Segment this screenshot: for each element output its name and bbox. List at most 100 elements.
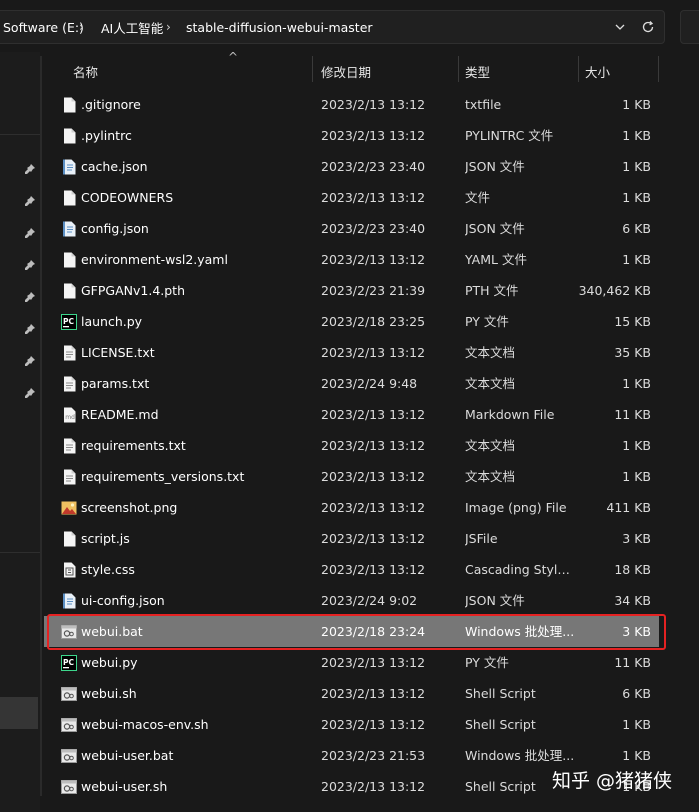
file-type: JSON 文件 <box>465 221 525 236</box>
file-modified-date: 2023/2/13 13:12 <box>321 252 426 267</box>
file-type: 文本文档 <box>465 438 516 453</box>
file-row[interactable]: PC launch.py 2023/2/18 23:25 PY 文件 15 KB <box>44 306 659 337</box>
column-divider[interactable] <box>458 56 459 82</box>
file-row[interactable]: requirements.txt 2023/2/13 13:12 文本文档 1 KB <box>44 430 659 461</box>
file-name: webui.bat <box>81 624 143 639</box>
file-size: 1 KB <box>622 717 651 732</box>
file-name: LICENSE.txt <box>81 345 155 360</box>
breadcrumb-folder-ai[interactable]: AI人工智能 <box>101 18 163 37</box>
file-modified-date: 2023/2/13 13:12 <box>321 345 426 360</box>
pin-icon[interactable] <box>24 195 36 207</box>
breadcrumb-separator[interactable]: › <box>79 20 84 34</box>
address-history-chevron-icon[interactable] <box>609 16 631 38</box>
file-modified-date: 2023/2/23 21:53 <box>321 748 426 763</box>
file-size: 1 KB <box>622 469 651 484</box>
file-row[interactable]: style.css 2023/2/13 13:12 Cascading Style … <box>44 554 659 585</box>
breadcrumb-current-folder[interactable]: stable-diffusion-webui-master <box>186 20 373 35</box>
file-type: 文本文档 <box>465 376 516 391</box>
file-size: 35 KB <box>614 345 651 360</box>
file-icon <box>60 182 78 213</box>
file-modified-date: 2023/2/13 13:12 <box>321 128 426 143</box>
pin-icon[interactable] <box>24 323 36 335</box>
file-modified-date: 2023/2/18 23:24 <box>321 624 426 639</box>
file-row[interactable]: screenshot.png 2023/2/13 13:12 Image (png)… <box>44 492 659 523</box>
file-size: 11 KB <box>614 655 651 670</box>
file-modified-date: 2023/2/13 13:12 <box>321 531 426 546</box>
file-row[interactable]: md README.md 2023/2/13 13:12 Markdown File 1… <box>44 399 659 430</box>
file-icon <box>60 275 78 306</box>
column-divider[interactable] <box>578 56 579 82</box>
file-modified-date: 2023/2/13 13:12 <box>321 686 426 701</box>
file-name: webui-macos-env.sh <box>81 717 209 732</box>
file-modified-date: 2023/2/23 21:39 <box>321 283 426 298</box>
address-bar[interactable]: Software (E:) › AI人工智能 › stable-diffusio… <box>0 10 665 44</box>
file-row[interactable]: GFPGANv1.4.pth 2023/2/23 21:39 PTH 文件 340,4… <box>44 275 659 306</box>
file-size: 3 KB <box>622 531 651 546</box>
file-row[interactable]: LICENSE.txt 2023/2/13 13:12 文本文档 35 KB <box>44 337 659 368</box>
file-name: cache.json <box>81 159 148 174</box>
file-name: style.css <box>81 562 135 577</box>
breadcrumb-separator[interactable]: › <box>166 20 171 34</box>
file-type: Cascading Style ... <box>465 562 575 577</box>
pin-icon[interactable] <box>24 291 36 303</box>
file-size: 18 KB <box>614 562 651 577</box>
file-icon <box>60 120 78 151</box>
column-header-size[interactable]: 大小 <box>585 62 610 81</box>
nav-divider <box>0 552 40 553</box>
image-file-icon <box>60 492 78 523</box>
file-type: YAML 文件 <box>465 252 527 267</box>
nav-selected-item[interactable] <box>0 697 38 729</box>
file-row[interactable]: config.json 2023/2/23 23:40 JSON 文件 6 KB <box>44 213 659 244</box>
file-row[interactable]: requirements_versions.txt 2023/2/13 13:12… <box>44 461 659 492</box>
file-row[interactable]: webui-macos-env.sh 2023/2/13 13:12 Shell S… <box>44 709 659 740</box>
file-row[interactable]: PC webui.py 2023/2/13 13:12 PY 文件 11 KB <box>44 647 659 678</box>
breadcrumb-drive[interactable]: Software (E:) <box>3 20 84 35</box>
file-row[interactable]: ui-config.json 2023/2/24 9:02 JSON 文件 34 KB <box>44 585 659 616</box>
file-row[interactable]: script.js 2023/2/13 13:12 JSFile 3 KB <box>44 523 659 554</box>
file-row[interactable]: CODEOWNERS 2023/2/13 13:12 文件 1 KB <box>44 182 659 213</box>
pin-icon[interactable] <box>24 355 36 367</box>
file-type: Windows 批处理... <box>465 624 575 639</box>
column-header-type[interactable]: 类型 <box>465 62 490 81</box>
file-modified-date: 2023/2/13 13:12 <box>321 500 426 515</box>
file-name: requirements.txt <box>81 438 186 453</box>
pin-icon[interactable] <box>24 259 36 271</box>
file-size: 1 KB <box>622 252 651 267</box>
file-row[interactable]: params.txt 2023/2/24 9:48 文本文档 1 KB <box>44 368 659 399</box>
file-modified-date: 2023/2/13 13:12 <box>321 97 426 112</box>
column-header-date[interactable]: 修改日期 <box>321 62 371 81</box>
file-modified-date: 2023/2/13 13:12 <box>321 190 426 205</box>
file-row[interactable]: webui.bat 2023/2/18 23:24 Windows 批处理... 3 … <box>44 616 659 647</box>
file-name: webui.sh <box>81 686 137 701</box>
file-type: Shell Script <box>465 686 536 701</box>
refresh-icon[interactable] <box>637 16 659 38</box>
file-row[interactable]: cache.json 2023/2/23 23:40 JSON 文件 1 KB <box>44 151 659 182</box>
file-size: 1 KB <box>622 376 651 391</box>
file-size: 6 KB <box>622 686 651 701</box>
column-header-name[interactable]: 名称 <box>73 62 98 81</box>
file-name: script.js <box>81 531 130 546</box>
file-size: 6 KB <box>622 221 651 236</box>
sort-ascending-icon: ^ <box>228 50 239 64</box>
pin-icon[interactable] <box>24 227 36 239</box>
file-icon <box>60 89 78 120</box>
search-box[interactable] <box>680 10 699 44</box>
column-header-row: ^ 名称 修改日期 类型 大小 <box>44 50 699 86</box>
file-type: PTH 文件 <box>465 283 519 298</box>
file-modified-date: 2023/2/13 13:12 <box>321 655 426 670</box>
file-row[interactable]: .gitignore 2023/2/13 13:12 txtfile 1 KB <box>44 89 659 120</box>
json-file-icon <box>60 151 78 182</box>
file-row[interactable]: .pylintrc 2023/2/13 13:12 PYLINTRC 文件 1 KB <box>44 120 659 151</box>
column-divider[interactable] <box>658 56 659 82</box>
file-modified-date: 2023/2/13 13:12 <box>321 717 426 732</box>
nav-scrollbar[interactable] <box>40 56 42 796</box>
pin-icon[interactable] <box>24 163 36 175</box>
file-name: requirements_versions.txt <box>81 469 245 484</box>
file-row[interactable]: webui.sh 2023/2/13 13:12 Shell Script 6 KB <box>44 678 659 709</box>
pin-icon[interactable] <box>24 387 36 399</box>
file-size: 1 KB <box>622 159 651 174</box>
file-row[interactable]: environment-wsl2.yaml 2023/2/13 13:12 YAML… <box>44 244 659 275</box>
column-divider[interactable] <box>312 56 313 82</box>
file-type: JSFile <box>465 531 498 546</box>
script-file-icon <box>60 709 78 740</box>
